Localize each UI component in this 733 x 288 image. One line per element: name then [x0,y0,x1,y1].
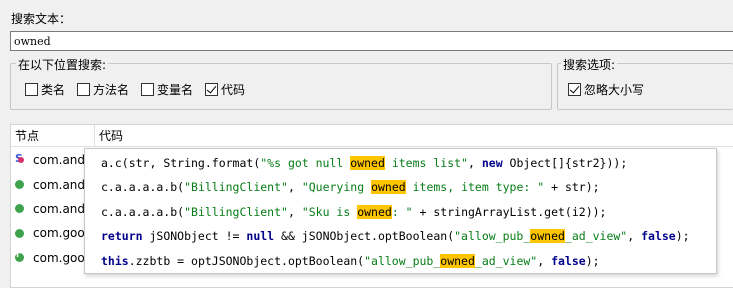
code-preview-popup: a.c(str, String.format("%s got null owne… [84,148,717,274]
code-line[interactable]: a.c(str, String.format("%s got null owne… [85,151,716,175]
class-name-label: 类名 [41,83,66,97]
code-token: null [246,229,275,244]
code-token: , [287,180,302,195]
code-token: c.a.a.a.a.b( [101,204,185,219]
variable-name-label: 变量名 [157,83,194,97]
code-token: + str); [544,180,600,195]
code-token: , [287,204,302,219]
search-input[interactable] [10,31,733,51]
code-token: _ad_view" [564,229,628,244]
code-token: _ad_view" [474,253,538,268]
code-token: this [101,253,129,268]
code-token: "%s got null [260,156,351,170]
checkbox-variable-name-box[interactable] [141,83,155,96]
code-line[interactable]: c.a.a.a.a.b("BillingClient", "Querying o… [85,175,716,199]
match-highlight: owned [350,156,385,170]
code-token: items list" [384,156,468,170]
ignore-case-label: 忽略大小写 [584,83,645,97]
code-token: String.format( [163,156,261,170]
checkbox-ignore-case-box[interactable] [568,83,581,96]
search-location-title: 在以下位置搜索: [16,56,109,73]
code-token: "Sku is [301,204,358,219]
code-token: , [537,253,552,268]
code-line[interactable]: return jSONObject != null && jSONObject.… [85,224,716,248]
code-token: false [551,253,586,268]
code-token: "BillingClient" [184,204,288,219]
checkbox-class-name-box[interactable] [25,83,38,96]
code-label: 代码 [221,83,246,97]
match-highlight: owned [357,204,392,219]
code-line[interactable]: this.zzbtb = optJSONObject.optBoolean("a… [85,249,716,273]
results-header: 节点 代码 [11,125,733,147]
match-highlight: owned [530,229,565,244]
method-icon [15,228,24,238]
method-icon [15,180,24,190]
search-location-options: 类名 方法名 变量名 代码 [25,81,257,98]
code-token: ); [675,229,690,244]
code-token: false [641,229,676,244]
static-method-icon: S [15,153,24,166]
code-token: items, item type: " [405,180,545,195]
table-row[interactable]: com.googl [11,221,95,245]
code-token: Object[]{str2})); [502,156,628,170]
table-row[interactable]: Scom.andro [11,148,95,172]
code-token: + stringArrayList.get(i2)); [412,204,607,219]
method-name-label: 方法名 [93,83,130,97]
class-name-checkbox[interactable]: 类名 [25,81,65,98]
search-options-group: 搜索选项: 忽略大小写 [557,56,733,110]
column-header-code[interactable]: 代码 [95,125,123,146]
ignore-case-checkbox[interactable]: 忽略大小写 [568,81,644,98]
code-token: a.c(str, [101,156,164,170]
checkbox-code-box[interactable] [205,83,219,96]
method-name-checkbox[interactable]: 方法名 [77,81,129,98]
code-checkbox[interactable]: 代码 [205,81,245,98]
code-token: , [627,229,642,244]
code-token: , [467,156,482,170]
code-token: .zzbtb = optJSONObject.optBoolean( [128,253,365,268]
checkbox-method-name-box[interactable] [77,83,91,96]
code-token: : " [391,204,413,219]
code-token: "Querying [301,180,372,195]
variable-name-checkbox[interactable]: 变量名 [141,81,193,98]
search-options-title: 搜索选项: [561,56,618,73]
final-method-icon: f [15,250,24,263]
search-location-group: 在以下位置搜索: 类名 方法名 变量名 代码 [10,56,552,110]
method-icon [15,204,24,214]
code-token: ); [585,253,600,268]
search-options-list: 忽略大小写 [568,81,656,98]
match-highlight: owned [371,180,406,195]
code-line[interactable]: c.a.a.a.a.b("BillingClient", "Sku is own… [85,200,716,224]
code-token: "BillingClient" [184,180,288,195]
code-token: c.a.a.a.a.b( [101,180,185,195]
code-token: jSONObject != [142,229,247,244]
column-header-node[interactable]: 节点 [11,125,95,146]
code-token: && jSONObject.optBoolean( [274,229,455,244]
table-row[interactable]: com.andro [11,172,95,196]
code-token: "allow_pub_ [454,229,531,244]
code-token: return [101,229,143,244]
match-highlight: owned [440,253,475,268]
table-row[interactable]: f com.googl [11,246,95,270]
code-token: new [481,156,503,170]
table-row[interactable]: com.andro [11,197,95,221]
results-rows: Scom.androcom.androcom.androcom.googlfco… [11,148,95,270]
code-token: "allow_pub_ [364,253,441,268]
search-label: 搜索文本： [11,12,72,26]
